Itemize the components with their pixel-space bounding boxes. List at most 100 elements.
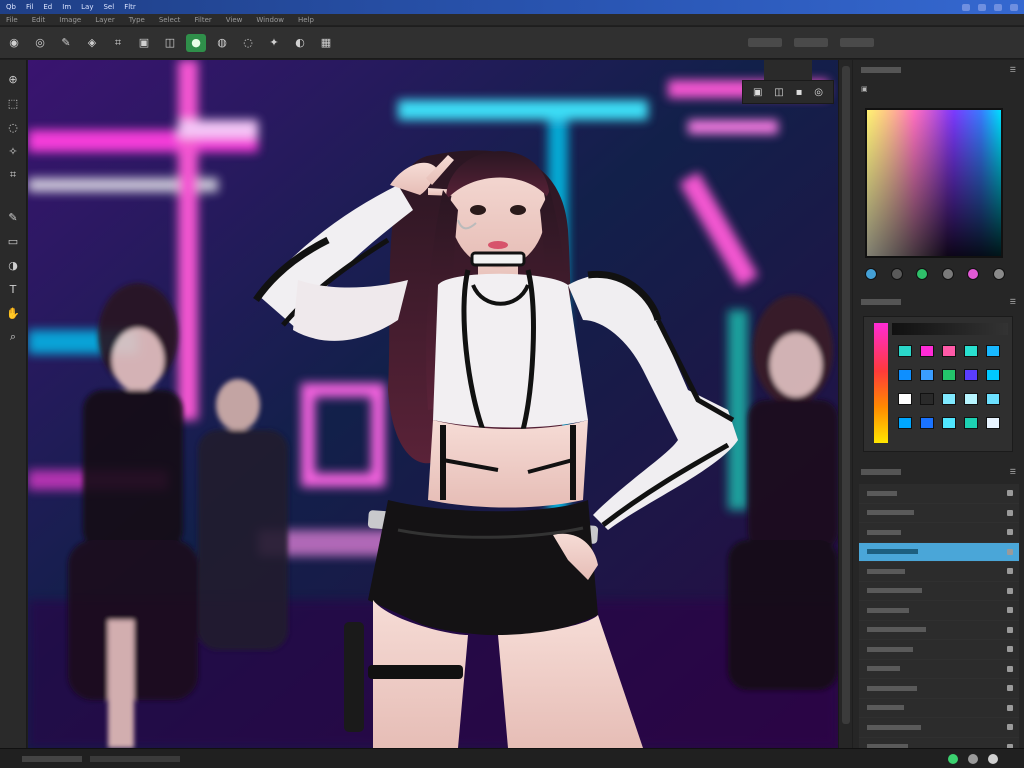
paint-bucket-icon[interactable]: ◈ — [82, 34, 102, 52]
color-dot-5[interactable] — [967, 268, 980, 280]
hand-tool-icon[interactable]: ✋ — [4, 304, 22, 322]
layer-visibility-icon[interactable] — [1007, 665, 1013, 672]
color-picker-field[interactable] — [865, 108, 1003, 258]
menu-filter[interactable]: Filter — [194, 16, 211, 24]
dodge-icon[interactable]: ◐ — [290, 34, 310, 52]
swatch-16[interactable] — [898, 417, 912, 429]
layer-row[interactable] — [859, 698, 1019, 718]
layer-visibility-icon[interactable] — [1007, 685, 1013, 692]
toolbar-option-1[interactable] — [748, 38, 782, 47]
color-dot-6[interactable] — [992, 268, 1005, 280]
window-icon[interactable] — [962, 3, 970, 11]
layer-visibility-icon[interactable] — [1007, 646, 1013, 653]
swatch-4[interactable] — [964, 345, 978, 357]
comment-icon[interactable]: ▪ — [796, 87, 803, 98]
layer-row[interactable] — [859, 601, 1019, 621]
swatch-9[interactable] — [964, 369, 978, 381]
layer-row[interactable] — [859, 503, 1019, 523]
gradient-tool-icon[interactable]: ◑ — [4, 256, 22, 274]
lasso-icon[interactable]: ◌ — [4, 118, 22, 136]
layer-visibility-icon[interactable] — [1007, 704, 1013, 711]
maximize-icon[interactable] — [1010, 3, 1018, 11]
layers-menu-icon[interactable]: ☰ — [1010, 468, 1016, 476]
layer-row[interactable] — [859, 718, 1019, 738]
color-picker-icon[interactable]: ● — [186, 33, 206, 52]
title-menu-1[interactable]: Qb — [6, 3, 16, 11]
menu-layer[interactable]: Layer — [95, 16, 115, 24]
eraser-tool-icon[interactable]: ▭ — [4, 232, 22, 250]
crop-tool-icon[interactable]: ⌗ — [4, 166, 22, 184]
eye-icon[interactable]: ◎ — [30, 34, 50, 52]
stamp-icon[interactable]: ◍ — [212, 34, 232, 52]
wand-icon[interactable]: ✧ — [4, 142, 22, 160]
zoom-tool-icon[interactable]: ⌕ — [4, 328, 22, 346]
canvas-floating-tab[interactable] — [764, 60, 812, 80]
move-icon[interactable]: ⊕ — [4, 70, 22, 88]
panel-menu-icon[interactable]: ☰ — [1010, 66, 1016, 74]
status-grey-icon[interactable] — [968, 753, 978, 764]
canvas-vertical-scrollbar[interactable] — [838, 60, 852, 748]
swatch-11[interactable] — [898, 393, 912, 405]
menu-view[interactable]: View — [226, 16, 243, 24]
swatch-13[interactable] — [942, 393, 956, 405]
layer-row[interactable] — [859, 484, 1019, 504]
layer-row[interactable] — [859, 620, 1019, 640]
image-icon[interactable]: ▣ — [753, 87, 762, 98]
eraser-icon[interactable]: ◌ — [238, 34, 258, 52]
swatch-17[interactable] — [920, 417, 934, 429]
image-icon[interactable]: ▣ — [134, 34, 154, 52]
minimize-icon[interactable] — [994, 3, 1002, 11]
adjust-icon[interactable]: ◫ — [774, 87, 783, 98]
swatches-menu-icon[interactable]: ☰ — [1010, 298, 1016, 306]
title-menu-4[interactable]: Im — [62, 3, 71, 11]
settings-icon[interactable]: ◎ — [814, 87, 823, 98]
layer-visibility-icon[interactable] — [1007, 607, 1013, 614]
color-dot-4[interactable] — [941, 268, 954, 280]
status-light-icon[interactable] — [988, 753, 998, 764]
layer-row[interactable] — [859, 679, 1019, 699]
title-menu-5[interactable]: Lay — [81, 3, 93, 11]
layer-row[interactable] — [859, 542, 1019, 562]
layer-visibility-icon[interactable] — [1007, 724, 1013, 731]
hue-slider[interactable] — [874, 323, 888, 443]
brush-icon[interactable]: ✎ — [56, 34, 76, 52]
layers-icon[interactable]: ◫ — [160, 34, 180, 52]
scrollbar-thumb[interactable] — [842, 66, 850, 724]
layer-row[interactable] — [859, 562, 1019, 582]
cloud-icon[interactable] — [978, 3, 986, 11]
layer-visibility-icon[interactable] — [1007, 587, 1013, 594]
blur-icon[interactable]: ✦ — [264, 34, 284, 52]
image-canvas[interactable]: ▣ ◫ ▪ ◎ — [28, 60, 838, 748]
menu-edit[interactable]: Edit — [32, 16, 46, 24]
layer-visibility-icon[interactable] — [1007, 568, 1013, 575]
layer-row[interactable] — [859, 640, 1019, 660]
title-menu-2[interactable]: Fil — [26, 3, 33, 11]
menu-file[interactable]: File — [6, 16, 18, 24]
color-dot-1[interactable] — [865, 268, 877, 280]
layer-row[interactable] — [859, 581, 1019, 601]
swatch-12[interactable] — [920, 393, 934, 405]
layer-visibility-icon[interactable] — [1007, 529, 1013, 536]
camera-icon[interactable]: ◉ — [4, 34, 24, 52]
color-dot-2[interactable] — [890, 268, 903, 280]
menu-select[interactable]: Select — [159, 16, 181, 24]
swatch-7[interactable] — [920, 369, 934, 381]
swatch-3[interactable] — [942, 345, 956, 357]
layer-visibility-icon[interactable] — [1007, 490, 1013, 497]
layer-visibility-icon[interactable] — [1007, 626, 1013, 633]
swatch-19[interactable] — [964, 417, 978, 429]
crop-icon[interactable]: ⌗ — [108, 34, 128, 52]
status-green-icon[interactable] — [948, 753, 958, 764]
swatch-6[interactable] — [898, 369, 912, 381]
swatch-15[interactable] — [986, 393, 1000, 405]
title-menu-6[interactable]: Sel — [103, 3, 114, 11]
swatch-10[interactable] — [986, 369, 1000, 381]
menu-image[interactable]: Image — [59, 16, 81, 24]
menu-window[interactable]: Window — [256, 16, 284, 24]
swatch-8[interactable] — [942, 369, 956, 381]
swatch-20[interactable] — [986, 417, 1000, 429]
sponge-icon[interactable]: ▦ — [316, 34, 336, 52]
title-menu-7[interactable]: Fltr — [124, 3, 136, 11]
toolbar-option-3[interactable] — [840, 38, 874, 47]
brush-tool-icon[interactable]: ✎ — [4, 208, 22, 226]
